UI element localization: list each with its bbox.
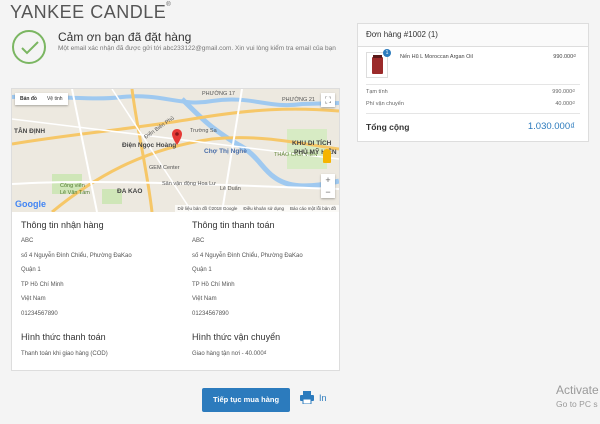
map-label: TÂN ĐỊNH [14, 128, 46, 135]
billing-info-title: Thông tin thanh toán [192, 220, 275, 230]
map-data-credit: Dữ liệu bản đồ ©2018 Google [177, 206, 238, 211]
terms-link[interactable]: Điều khoản sử dụng [243, 206, 284, 211]
map-type-tabs: Bản đồ Vệ tinh [15, 93, 68, 105]
billing-city: TP Hồ Chí Minh [192, 281, 235, 288]
divider [366, 113, 580, 114]
billing-country: Việt Nam [192, 296, 217, 302]
shipping-info: Thông tin nhận hàng ABC số 4 Nguyễn Đình… [21, 220, 181, 325]
printer-icon [300, 391, 314, 404]
print-link[interactable]: In [300, 391, 327, 404]
shipping-phone: 01234567890 [21, 310, 58, 317]
map-label: PHƯỜNG 17 [202, 91, 235, 97]
order-title: Đơn hàng #1002 (1) [358, 24, 588, 47]
payment-method-value: Thanh toán khi giao hàng (COD) [21, 351, 108, 357]
billing-district: Quận 1 [192, 267, 212, 273]
map-label: Chợ Thị Nghè [204, 148, 247, 155]
brand-logo[interactable]: YANKEE CANDLE® [10, 2, 171, 23]
product-price: 990.000₫ [553, 54, 576, 60]
delivery-method-value: Giao hàng tận nơi - 40.000₫ [192, 351, 267, 357]
zoom-in-button[interactable]: + [321, 174, 335, 186]
map-label: KHU DI TÍCH [292, 140, 332, 147]
delivery-map[interactable]: PHƯỜNG 17 PHƯỜNG 21 Điện Biên Phủ Trường… [12, 89, 339, 212]
order-summary: Đơn hàng #1002 (1) 1 Nến Hũ L Moroccan A… [357, 23, 589, 142]
divider [366, 84, 580, 85]
shipping-fee-label: Phí vận chuyển [366, 101, 404, 107]
shipping-info-title: Thông tin nhận hàng [21, 220, 104, 230]
map-label: ĐA KAO [117, 188, 143, 195]
map-label: Trường Sa [190, 128, 217, 134]
payment-method: Hình thức thanh toán Thanh toán khi giao… [21, 332, 108, 357]
candle-jar-image [372, 55, 383, 74]
shipping-district: Quận 1 [21, 267, 41, 273]
customer-info-panel: PHƯỜNG 17 PHƯỜNG 21 Điện Biên Phủ Trường… [11, 88, 340, 371]
shipping-address: số 4 Nguyễn Đình Chiểu, Phường ĐaKao [21, 252, 132, 259]
billing-info: Thông tin thanh toán ABC số 4 Nguyễn Đìn… [192, 220, 337, 325]
logo-text: YANKEE CANDLE [10, 2, 167, 22]
map-label: Công viên [60, 183, 85, 189]
map-label: Điện Ngọc Hoàng [122, 142, 177, 149]
street-view-pegman-icon[interactable] [323, 149, 331, 163]
tab-map[interactable]: Bản đồ [15, 93, 42, 105]
delivery-method-title: Hình thức vận chuyển [192, 332, 281, 342]
map-label: GEM Center [149, 165, 180, 171]
total-value: 1.030.000₫ [527, 121, 575, 132]
zoom-control: + − [321, 174, 335, 198]
trademark: ® [166, 2, 172, 8]
subtotal-row: Tạm tính 990.000₫ [366, 89, 575, 95]
billing-address: số 4 Nguyễn Đình Chiểu, Phường ĐaKao [192, 252, 303, 259]
quantity-badge: 1 [383, 49, 391, 57]
delivery-method: Hình thức vận chuyển Giao hàng tận nơi -… [192, 332, 280, 357]
success-check-icon [12, 30, 46, 64]
confirmation-title: Cảm ơn bạn đã đặt hàng [58, 30, 192, 44]
continue-shopping-button[interactable]: Tiếp tục mua hàng [202, 388, 290, 412]
product-name: Nến Hũ L Moroccan Argan Oil [400, 54, 473, 60]
google-logo: Google [15, 199, 46, 209]
billing-name: ABC [192, 238, 205, 244]
map-label: Lê Duẩn [220, 186, 241, 192]
watermark-line1: Activate [556, 383, 599, 397]
zoom-out-button[interactable]: − [321, 186, 335, 198]
shipping-city: TP Hồ Chí Minh [21, 281, 64, 288]
shipping-fee-value: 40.000₫ [555, 101, 575, 107]
map-label: Lê Văn Tám [60, 190, 90, 196]
map-label: Sân vận động Hoa Lư [162, 181, 216, 187]
location-pin-icon[interactable] [172, 129, 182, 145]
report-error-link[interactable]: Báo cáo một lỗi bản đồ [290, 206, 336, 211]
order-item: 1 Nến Hũ L Moroccan Argan Oil 990.000₫ [366, 49, 582, 82]
total-label: Tổng cộng [366, 122, 410, 132]
shipping-country: Việt Nam [21, 296, 46, 302]
watermark-line2: Go to PC s [556, 399, 598, 409]
activation-watermark: Activate Go to PC s [556, 383, 599, 409]
confirmation-message: Một email xác nhận đã được gửi tới abc23… [58, 45, 336, 52]
map-label: PHƯỜNG 21 [282, 97, 315, 103]
map-attribution: Dữ liệu bản đồ ©2018 Google Điều khoản s… [174, 205, 339, 212]
shipping-fee-row: Phí vận chuyển 40.000₫ [366, 101, 575, 107]
subtotal-value: 990.000₫ [552, 89, 575, 95]
subtotal-label: Tạm tính [366, 89, 388, 95]
billing-phone: 01234567890 [192, 310, 229, 317]
print-label: In [319, 392, 327, 403]
tab-satellite[interactable]: Vệ tinh [42, 93, 68, 105]
fullscreen-icon[interactable]: ⛶ [321, 93, 335, 107]
shipping-name: ABC [21, 238, 34, 244]
payment-method-title: Hình thức thanh toán [21, 332, 106, 342]
